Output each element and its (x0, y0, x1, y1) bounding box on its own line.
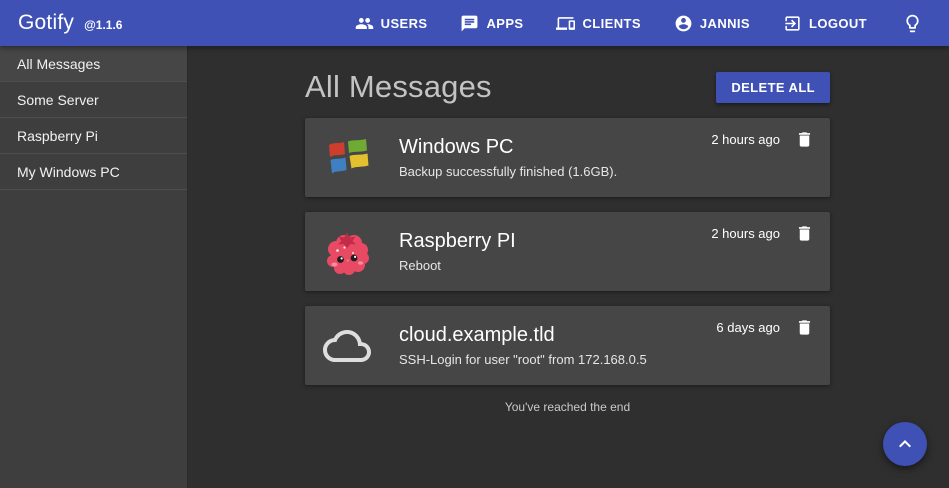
nav-item-label: LOGOUT (809, 16, 867, 31)
delete-message-button[interactable] (795, 224, 814, 243)
message-text: Raspberry PI Reboot (399, 230, 711, 273)
message-timestamp: 6 days ago (716, 318, 780, 337)
trash-icon (795, 130, 814, 149)
message-list: Windows PC Backup successfully finished (… (305, 118, 830, 385)
message-text: Windows PC Backup successfully finished (… (399, 136, 711, 179)
message-meta: 2 hours ago (711, 118, 814, 149)
trash-icon (795, 318, 814, 337)
chevron-up-icon (893, 432, 917, 456)
main-area: All Messages DELETE ALL Windows PC Backup… (188, 46, 949, 488)
raspberry-logo (323, 228, 371, 276)
clients-icon (556, 14, 575, 33)
app-title: Gotify (18, 11, 74, 35)
nav-item-jannis[interactable]: JANNIS (674, 14, 750, 33)
message-card: cloud.example.tld SSH-Login for user "roo… (305, 306, 830, 385)
nav-item-users[interactable]: USERS (355, 14, 428, 33)
message-body: SSH-Login for user "root" from 172.168.0… (399, 352, 716, 367)
delete-message-button[interactable] (795, 130, 814, 149)
message-card: Windows PC Backup successfully finished (… (305, 118, 830, 197)
sidebar-item-some-server[interactable]: Some Server (0, 82, 187, 118)
sidebar-item-label: Some Server (17, 92, 99, 108)
trash-icon (795, 224, 814, 243)
nav-item-label: APPS (486, 16, 523, 31)
message-title: cloud.example.tld (399, 324, 716, 347)
scroll-to-top-button[interactable] (883, 422, 927, 466)
sidebar: All Messages Some Server Raspberry Pi My Wi… (0, 46, 188, 488)
content-column: All Messages DELETE ALL Windows PC Backup… (305, 70, 830, 414)
sidebar-item-label: Raspberry Pi (17, 128, 98, 144)
message-timestamp: 2 hours ago (711, 224, 780, 243)
message-title: Windows PC (399, 136, 711, 159)
top-nav: USERS APPS CLIENTS JANNIS LOGOUT (355, 13, 923, 34)
message-meta: 2 hours ago (711, 212, 814, 243)
sidebar-item-label: My Windows PC (17, 164, 120, 180)
end-of-list-text: You've reached the end (305, 400, 830, 414)
logout-icon (783, 14, 802, 33)
cloud-icon (323, 322, 371, 370)
nav-item-label: CLIENTS (582, 16, 640, 31)
nav-item-label: JANNIS (700, 16, 750, 31)
theme-toggle-lightbulb-icon[interactable] (902, 13, 923, 34)
sidebar-item-label: All Messages (17, 56, 100, 72)
message-timestamp: 2 hours ago (711, 130, 780, 149)
nav-item-clients[interactable]: CLIENTS (556, 14, 640, 33)
sidebar-item-raspberry-pi[interactable]: Raspberry Pi (0, 118, 187, 154)
page-title: All Messages (305, 69, 492, 105)
nav-item-label: USERS (381, 16, 428, 31)
sidebar-item-all-messages[interactable]: All Messages (0, 46, 187, 82)
apps-icon (460, 14, 479, 33)
brand: Gotify @1.1.6 (18, 11, 122, 35)
nav-item-apps[interactable]: APPS (460, 14, 523, 33)
message-body: Reboot (399, 258, 711, 273)
windows-logo (323, 134, 371, 182)
message-title: Raspberry PI (399, 230, 711, 253)
nav-item-logout[interactable]: LOGOUT (783, 14, 867, 33)
message-card: Raspberry PI Reboot2 hours ago (305, 212, 830, 291)
delete-message-button[interactable] (795, 318, 814, 337)
users-icon (355, 14, 374, 33)
message-meta: 6 days ago (716, 306, 814, 337)
message-text: cloud.example.tld SSH-Login for user "roo… (399, 324, 716, 367)
message-body: Backup successfully finished (1.6GB). (399, 164, 711, 179)
app-version: @1.1.6 (84, 18, 122, 32)
app-bar: Gotify @1.1.6 USERS APPS CLIENTS JANNIS LOGO… (0, 0, 949, 46)
account-icon (674, 14, 693, 33)
delete-all-button[interactable]: DELETE ALL (716, 72, 830, 103)
title-row: All Messages DELETE ALL (305, 70, 830, 104)
sidebar-item-my-windows-pc[interactable]: My Windows PC (0, 154, 187, 190)
